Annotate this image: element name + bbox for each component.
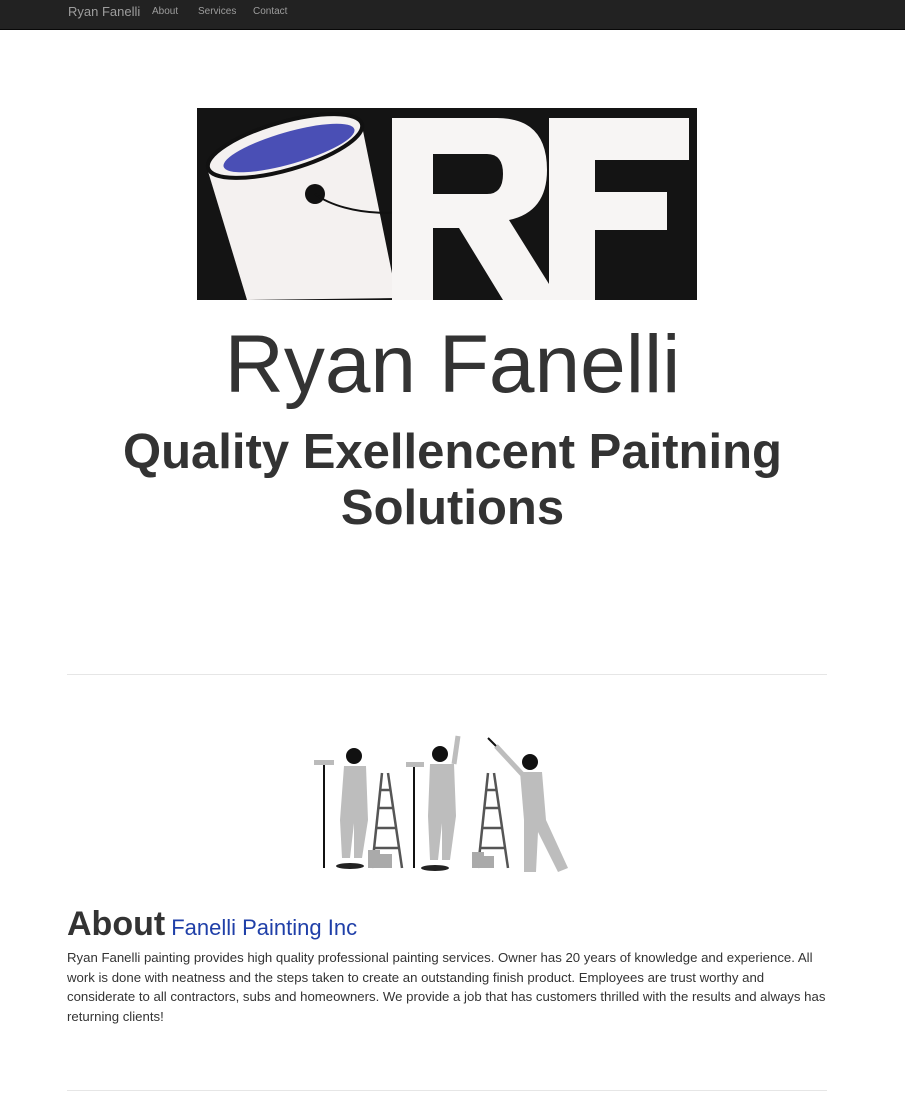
company-logo bbox=[197, 108, 697, 300]
painters-silhouette-image bbox=[314, 735, 568, 872]
paint-bucket-rf-logo bbox=[197, 108, 697, 300]
about-heading: About Fanelli Painting Inc bbox=[67, 902, 357, 950]
navbar-brand[interactable]: Ryan Fanelli bbox=[68, 4, 140, 19]
hero-subtitle: Quality Exellencent Paitning Solutions bbox=[123, 425, 782, 535]
about-subheading: Fanelli Painting Inc bbox=[171, 915, 358, 940]
section-divider-bottom bbox=[67, 1090, 827, 1091]
about-description: Ryan Fanelli painting provides high qual… bbox=[67, 950, 826, 1024]
top-navbar: Ryan Fanelli About Services Contact bbox=[0, 0, 905, 30]
painters-illustration bbox=[310, 728, 580, 880]
nav-link-services[interactable]: Services bbox=[198, 6, 236, 18]
section-divider bbox=[67, 674, 827, 675]
about-title: About bbox=[67, 905, 166, 943]
nav-link-contact[interactable]: Contact bbox=[253, 6, 287, 18]
hero-title: Ryan Fanelli bbox=[224, 319, 681, 410]
nav-link-about[interactable]: About bbox=[152, 6, 178, 18]
